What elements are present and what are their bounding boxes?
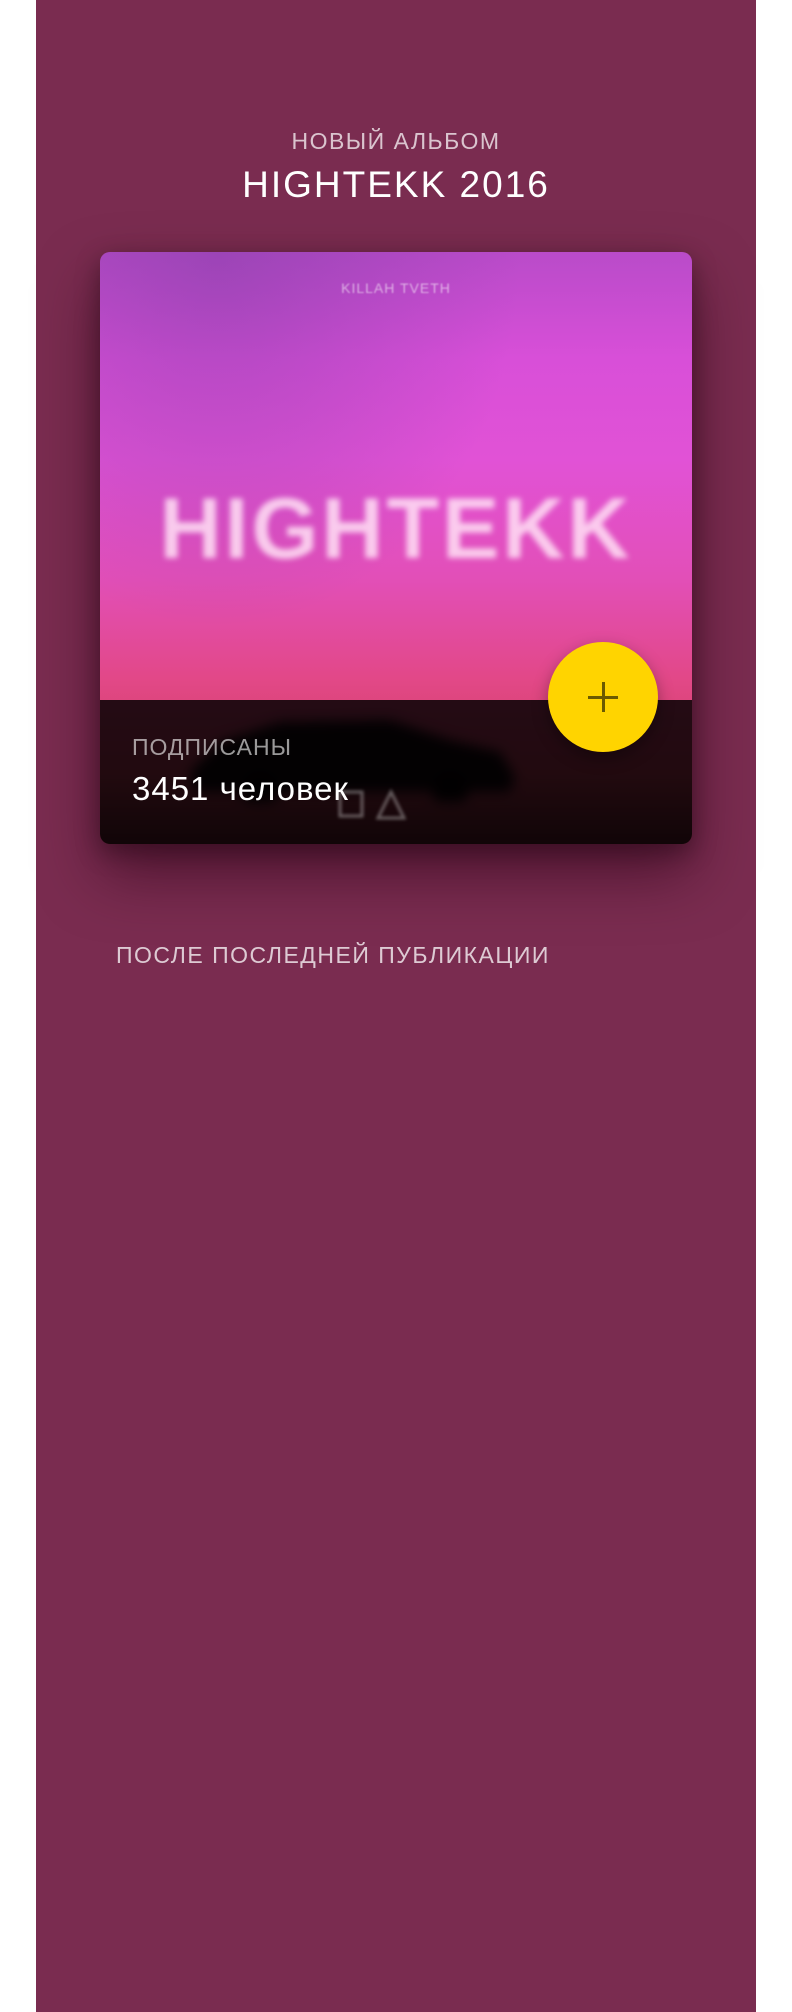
- plus-icon: [588, 682, 618, 712]
- album-title: HIGHTEKK 2016: [242, 164, 550, 205]
- cover-artist-text: KILLAH TVETH: [341, 280, 451, 296]
- feed-section-heading: ПОСЛЕ ПОСЛЕДНЕЙ ПУБЛИКАЦИИ: [116, 942, 550, 968]
- subscribe-add-button[interactable]: [548, 642, 658, 752]
- album-screen: НОВЫЙ АЛЬБОМ HIGHTEKK 2016 KILLAH TVETH …: [36, 0, 756, 2012]
- subscribers-label: ПОДПИСАНЫ: [132, 734, 292, 760]
- cover-title-text: HIGHTEKK: [159, 481, 633, 577]
- album-eyebrow: НОВЫЙ АЛЬБОМ: [291, 128, 501, 154]
- subscribers-count: 3451 человек: [132, 770, 349, 807]
